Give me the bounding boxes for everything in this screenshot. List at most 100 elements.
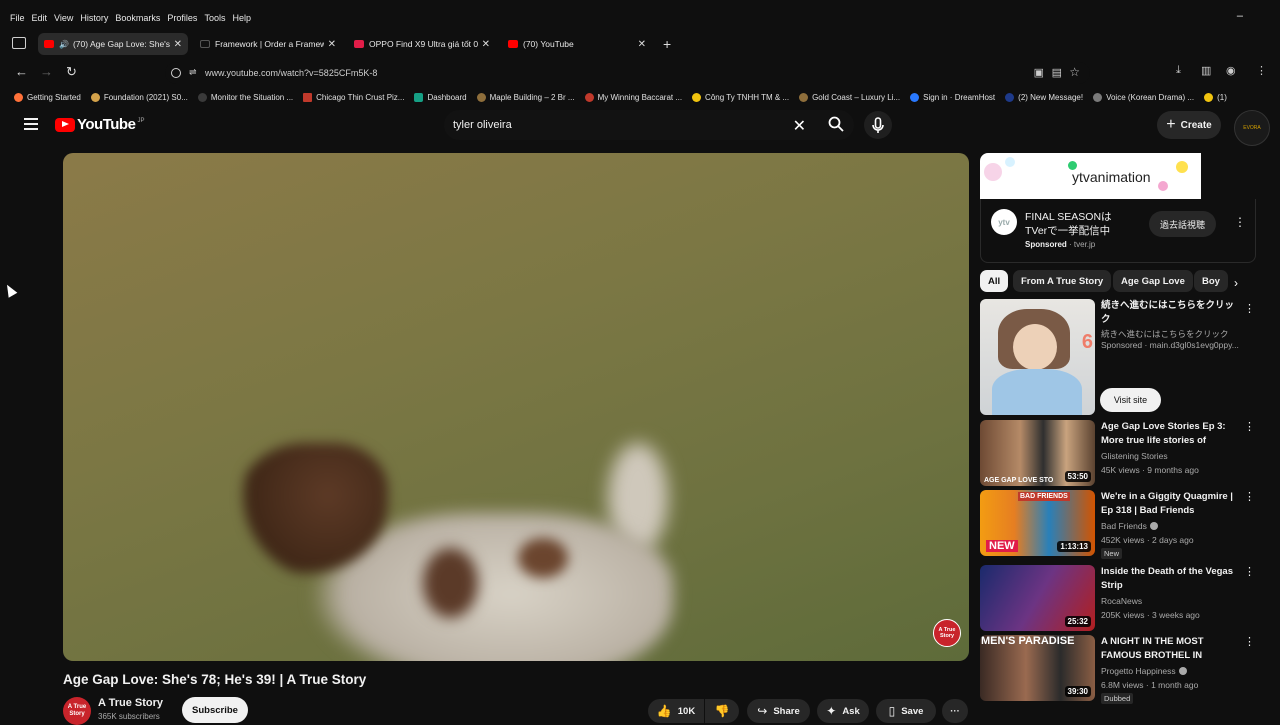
new-tab-button[interactable]: +	[663, 36, 671, 52]
menu-history[interactable]: History	[80, 13, 108, 23]
chip-from-channel[interactable]: From A True Story	[1013, 270, 1112, 292]
ask-button[interactable]: ✦ Ask	[817, 699, 869, 723]
ad-banner[interactable]: ytvanimation	[980, 153, 1201, 199]
rec-item[interactable]: 25:32 Inside the Death of the Vegas Stri…	[980, 565, 1256, 631]
clear-search-icon[interactable]: ✕	[793, 116, 806, 136]
chevron-right-icon[interactable]: ›	[1234, 276, 1238, 290]
share-button[interactable]: ↪ Share	[747, 699, 810, 723]
bookmark-item[interactable]: Sign in · DreamHost	[910, 92, 995, 102]
site-info-icon[interactable]: ⇌	[189, 67, 197, 78]
rec-more-icon[interactable]: ⋮	[1244, 490, 1255, 503]
bookmark-item[interactable]: Monitor the Situation ...	[197, 92, 293, 102]
rec-item[interactable]: MEN'S PARADISE 39:30 A NIGHT IN THE MOST…	[980, 635, 1256, 704]
chip-age-gap-love[interactable]: Age Gap Love	[1113, 270, 1193, 292]
hamburger-menu-icon[interactable]	[24, 118, 38, 130]
tab-groups-icon[interactable]	[12, 37, 26, 49]
menu-profiles[interactable]: Profiles	[167, 13, 197, 23]
rec-thumbnail[interactable]: AGE GAP LOVE STO 53:50	[980, 420, 1095, 486]
ad-more-icon[interactable]: ⋮	[1234, 215, 1246, 229]
rec-more-icon[interactable]: ⋮	[1244, 420, 1255, 433]
bookmark-item[interactable]: Gold Coast – Luxury Li...	[799, 92, 900, 102]
tab-close-icon[interactable]: ✕	[174, 39, 182, 50]
ad-title[interactable]: FINAL SEASONはTVerで一挙配信中	[1025, 210, 1130, 238]
channel-watermark[interactable]: A True Story	[933, 619, 961, 647]
menu-tools[interactable]: Tools	[204, 13, 225, 23]
sponsored-recommendation[interactable]: 6 続きへ進むにはこちらをクリック 続きへ進むにはこちらをクリック Sponso…	[980, 299, 1256, 415]
sponsored-card[interactable]: ytv FINAL SEASONはTVerで一挙配信中 Sponsored · …	[980, 199, 1256, 263]
more-actions-button[interactable]: ···	[942, 699, 968, 723]
profile-icon[interactable]: ◉	[1226, 64, 1236, 77]
bookmark-item[interactable]: Maple Building – 2 Br ...	[476, 92, 575, 102]
address-bar[interactable]: ⇌ www.youtube.com/watch?v=5825CFm5K-8 ▣ …	[165, 62, 1090, 84]
bookmark-item[interactable]: Foundation (2021) S0...	[90, 92, 188, 102]
speaker-icon[interactable]: 🔊	[59, 40, 69, 49]
tab-oppo[interactable]: OPPO Find X9 Ultra giá tốt 04/2026 ✕	[348, 33, 496, 55]
create-button[interactable]: + Create	[1157, 111, 1221, 139]
youtube-logo[interactable]: YouTube JP	[55, 116, 144, 133]
subscribe-button[interactable]: Subscribe	[182, 697, 248, 723]
rec-title[interactable]: A NIGHT IN THE MOST FAMOUS BROTHEL IN EU…	[1101, 635, 1241, 662]
bookmark-item[interactable]: Công Ty TNHH TM & ...	[692, 92, 789, 102]
rec-more-icon[interactable]: ⋮	[1244, 635, 1255, 648]
voice-search-button[interactable]	[864, 111, 892, 139]
tab-close-icon[interactable]: ✕	[328, 39, 336, 50]
bookmark-item[interactable]: Voice (Korean Drama) ...	[1093, 92, 1194, 102]
like-button[interactable]: 👍 10K	[648, 699, 704, 723]
rec-thumbnail[interactable]: BAD FRIENDS NEW 1:13:13	[980, 490, 1095, 556]
tab-close-icon[interactable]: ✕	[638, 39, 646, 50]
reload-button[interactable]: ↻	[66, 64, 77, 80]
app-menu-icon[interactable]: ⋮	[1256, 64, 1267, 77]
reader-view-icon[interactable]: ▤	[1052, 66, 1062, 79]
channel-avatar[interactable]: A True Story	[63, 697, 91, 725]
bookmark-item[interactable]: My Winning Baccarat ...	[584, 92, 682, 102]
menu-bookmarks[interactable]: Bookmarks	[115, 13, 160, 23]
bookmark-star-icon[interactable]: ☆	[1069, 65, 1080, 79]
bookmark-item[interactable]: Getting Started	[14, 92, 81, 102]
back-button[interactable]: ←	[15, 64, 28, 79]
bookmark-item[interactable]: (2) New Message!	[1005, 92, 1083, 102]
shield-icon[interactable]	[171, 68, 181, 78]
rec-thumbnail[interactable]: 6	[980, 299, 1095, 415]
rec-thumbnail[interactable]: MEN'S PARADISE 39:30	[980, 635, 1095, 701]
rec-item[interactable]: BAD FRIENDS NEW 1:13:13 We're in a Giggi…	[980, 490, 1256, 560]
rec-title[interactable]: Age Gap Love Stories Ep 3: More true lif…	[1101, 420, 1241, 447]
menu-file[interactable]: File	[10, 13, 25, 23]
dislike-button[interactable]: 👎	[705, 699, 739, 723]
search-box[interactable]: tyler oliveira ✕	[444, 110, 854, 140]
download-icon[interactable]: ⤓	[1176, 64, 1181, 77]
menu-view[interactable]: View	[54, 13, 73, 23]
ad-cta-button[interactable]: 過去話視聴	[1149, 211, 1216, 237]
rec-more-icon[interactable]: ⋮	[1244, 302, 1255, 315]
url-text[interactable]: www.youtube.com/watch?v=5825CFm5K-8	[205, 68, 377, 78]
rec-thumbnail[interactable]: 25:32	[980, 565, 1095, 631]
thumb-text: MEN'S PARADISE	[981, 635, 1075, 647]
tab-close-icon[interactable]: ✕	[482, 39, 490, 50]
visit-site-button[interactable]: Visit site	[1100, 388, 1161, 412]
minimize-button[interactable]: –	[1237, 10, 1243, 22]
bookmark-item[interactable]: Chicago Thin Crust Piz...	[303, 92, 404, 102]
search-input[interactable]: tyler oliveira	[453, 119, 512, 131]
chip-boy[interactable]: Boy	[1194, 270, 1228, 292]
rec-meta: 452K views · 2 days ago	[1101, 535, 1194, 545]
chip-all[interactable]: All	[980, 270, 1009, 292]
account-avatar[interactable]: EVORA	[1234, 110, 1270, 146]
channel-name[interactable]: A True Story	[98, 697, 163, 709]
picture-icon[interactable]: ▣	[1034, 66, 1044, 79]
rec-title[interactable]: We're in a Giggity Quagmire | Ep 318 | B…	[1101, 490, 1241, 517]
menu-help[interactable]: Help	[232, 13, 251, 23]
tab-framework[interactable]: Framework | Order a Framework Laptop ✕	[194, 33, 342, 55]
rec-title[interactable]: 続きへ進むにはこちらをクリック	[1101, 299, 1241, 326]
sidebar-icon[interactable]: ▥	[1201, 64, 1211, 77]
search-icon[interactable]	[828, 116, 844, 132]
rec-more-icon[interactable]: ⋮	[1244, 565, 1255, 578]
video-player[interactable]: A True Story	[63, 153, 969, 661]
rec-item[interactable]: AGE GAP LOVE STO 53:50 Age Gap Love Stor…	[980, 420, 1256, 486]
rec-title[interactable]: Inside the Death of the Vegas Strip	[1101, 565, 1241, 592]
forward-button[interactable]: →	[40, 64, 53, 79]
bookmark-item[interactable]: (1)	[1204, 92, 1227, 102]
tab-age-gap-love[interactable]: 🔊 (70) Age Gap Love: She's 78; He's 39! …	[38, 33, 188, 55]
bookmark-item[interactable]: Dashboard	[414, 92, 467, 102]
menu-edit[interactable]: Edit	[32, 13, 48, 23]
save-button[interactable]: ▯ Save	[876, 699, 936, 723]
tab-youtube[interactable]: (70) YouTube ✕	[502, 33, 652, 55]
